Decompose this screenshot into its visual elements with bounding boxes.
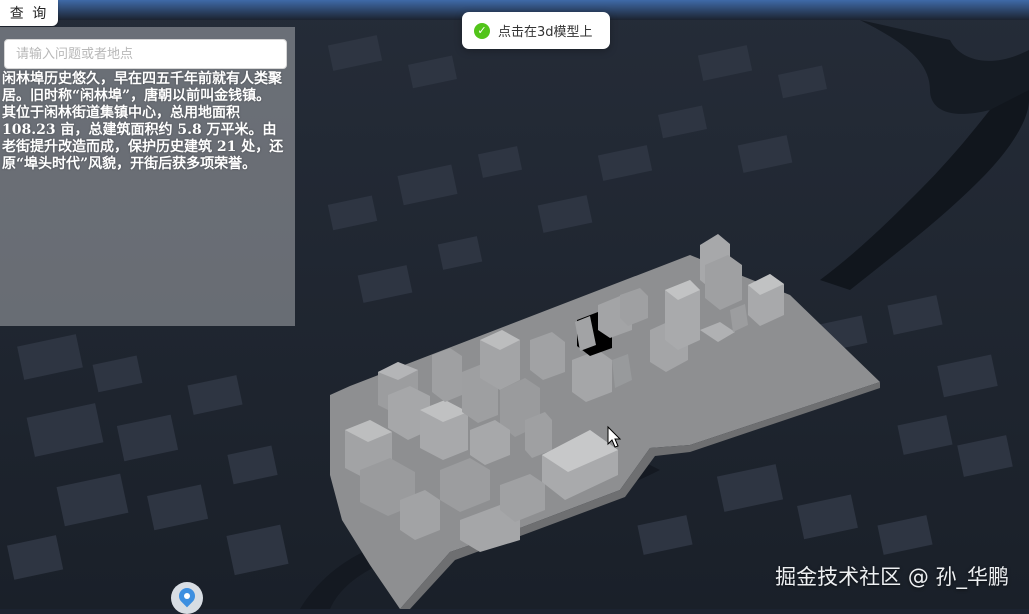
pin-marker-shape xyxy=(175,584,199,608)
watermark: 掘金技术社区 @ 孙_华鹏 xyxy=(775,565,1009,589)
success-toast: ✓ 点击在3d模型上 xyxy=(462,12,610,49)
pin-marker-dot xyxy=(182,591,192,601)
check-circle-icon: ✓ xyxy=(474,22,490,39)
query-button[interactable]: 查 询 xyxy=(0,0,58,26)
location-pin-icon[interactable] xyxy=(171,582,203,614)
info-panel: 闲林埠历史悠久，早在四五千年前就有人类聚居。旧时称“闲林埠”，唐朝以前叫金钱镇。… xyxy=(0,27,295,326)
search-input[interactable] xyxy=(4,39,287,69)
toast-message: 点击在3d模型上 xyxy=(498,25,593,40)
location-description: 闲林埠历史悠久，早在四五千年前就有人类聚居。旧时称“闲林埠”，唐朝以前叫金钱镇。… xyxy=(2,71,284,172)
